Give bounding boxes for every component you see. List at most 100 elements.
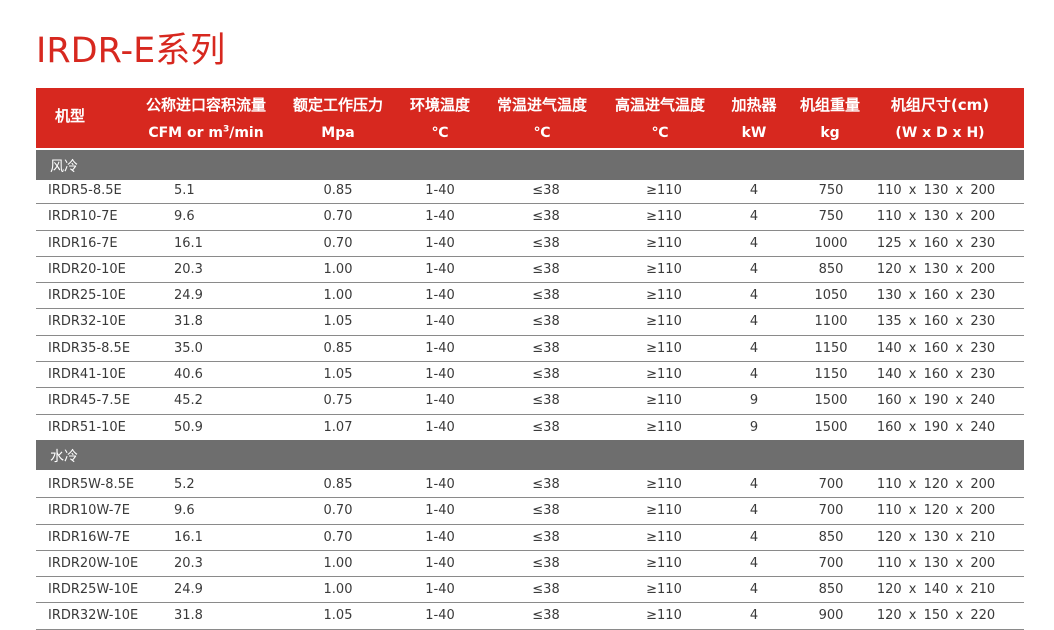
cell-heater: 4 [749,582,759,598]
header-inlet-normal-unit: ℃ [533,125,551,141]
cell-pressure: 0.75 [323,393,353,409]
cell-weight: 850 [818,582,844,598]
cell-size: 120 x 130 x 210 [876,529,996,545]
header-ambient-label: 环境温度 [409,96,470,114]
cell-heater: 4 [749,608,759,624]
table-row: IRDR10-7E 9.6 0.70 1-40 ≤38 ≥110 4 750 110 x 130… [36,204,1024,231]
cell-heater: 4 [749,261,759,277]
cell-size: 110 x 130 x 200 [876,209,996,225]
cell-pressure: 0.70 [323,235,353,251]
cell-heater: 4 [749,314,759,330]
cell-inlet-high: ≥110 [646,529,682,545]
cell-flow: 5.1 [174,183,195,198]
header-weight-unit: kg [820,125,840,141]
header-size-unit: (W x D x H) [895,125,985,141]
header-heater: 加热器 kW [720,88,788,148]
cell-weight: 1150 [814,367,848,383]
cell-flow: 31.8 [174,314,203,330]
cell-inlet-high: ≥110 [646,183,682,198]
header-inlet-high-unit: ℃ [651,125,669,141]
cell-weight: 700 [818,555,844,571]
cell-flow: 35.0 [174,340,203,356]
cell-flow: 24.9 [174,288,203,304]
cell-weight: 1100 [814,314,848,330]
cell-ambient: 1-40 [425,314,455,330]
cell-weight: 850 [818,261,844,277]
cell-inlet-high: ≥110 [646,209,682,225]
cell-model: IRDR32W-10E [48,608,139,624]
cell-inlet-normal: ≤38 [532,235,560,251]
header-flow-unit-prefix: CFM or m [148,125,223,141]
table-row: IRDR45-7.5E 45.2 0.75 1-40 ≤38 ≥110 9 1500 160 x… [36,388,1024,415]
cell-weight: 1050 [814,288,848,304]
cell-pressure: 0.70 [323,503,353,519]
cell-weight: 750 [818,183,844,198]
cell-inlet-high: ≥110 [646,235,682,251]
cell-heater: 9 [749,393,759,409]
cell-inlet-normal: ≤38 [532,503,560,519]
cell-ambient: 1-40 [425,477,455,492]
cell-inlet-high: ≥110 [646,367,682,383]
cell-pressure: 1.05 [323,367,353,383]
cell-size: 160 x 190 x 240 [876,419,996,435]
cell-model: IRDR35-8.5E [48,340,131,356]
cell-size: 125 x 160 x 230 [876,235,996,251]
cell-inlet-normal: ≤38 [532,367,560,383]
cell-flow: 16.1 [174,529,203,545]
table-row: IRDR16W-7E 16.1 0.70 1-40 ≤38 ≥110 4 850 120 x 1… [36,525,1024,551]
page-title: IRDR-E系列 [36,31,226,71]
cell-inlet-normal: ≤38 [532,608,560,624]
cell-inlet-high: ≥110 [646,261,682,277]
cell-ambient: 1-40 [425,419,455,435]
cell-size: 140 x 160 x 230 [876,340,996,356]
cell-weight: 750 [818,209,844,225]
header-flow-unit-suffix: /min [229,125,264,141]
header-weight: 机组重量 kg [790,88,870,148]
cell-heater: 4 [749,340,759,356]
cell-model: IRDR20-10E [48,261,126,277]
cell-inlet-normal: ≤38 [532,209,560,225]
cell-size: 160 x 190 x 240 [876,393,996,409]
cell-heater: 4 [749,183,759,198]
cell-inlet-high: ≥110 [646,288,682,304]
cell-inlet-high: ≥110 [646,555,682,571]
cell-inlet-high: ≥110 [646,419,682,435]
cell-pressure: 1.00 [323,288,353,304]
cell-ambient: 1-40 [425,235,455,251]
header-ambient-unit: ℃ [431,125,449,141]
table-row: IRDR25W-10E 24.9 1.00 1-40 ≤38 ≥110 4 850 120 x … [36,577,1024,604]
cell-size: 110 x 130 x 200 [876,555,996,571]
header-inlet-normal-label: 常温进气温度 [496,96,587,114]
cell-weight: 850 [818,529,844,545]
cell-size: 130 x 160 x 230 [876,288,996,304]
cell-ambient: 1-40 [425,393,455,409]
cell-model: IRDR5-8.5E [48,183,122,198]
cell-inlet-normal: ≤38 [532,288,560,304]
table-row: IRDR5-8.5E 5.1 0.85 1-40 ≤38 ≥110 4 750 110 x 13… [36,178,1024,205]
cell-model: IRDR32-10E [48,314,126,330]
header-model: 机型 [36,88,104,148]
cell-inlet-high: ≥110 [646,608,682,624]
cell-pressure: 0.85 [323,477,353,492]
header-heater-label: 加热器 [731,96,777,114]
cell-flow: 5.2 [174,477,195,492]
cell-model: IRDR51-10E [48,419,126,435]
cell-heater: 4 [749,477,759,492]
cell-pressure: 0.70 [323,529,353,545]
section-air-cooled: 风冷 [36,150,1024,180]
cell-ambient: 1-40 [425,261,455,277]
cell-inlet-high: ≥110 [646,393,682,409]
cell-size: 120 x 150 x 220 [876,608,996,624]
cell-size: 110 x 120 x 200 [876,477,996,492]
cell-flow: 45.2 [174,393,203,409]
cell-weight: 700 [818,503,844,519]
cell-pressure: 1.05 [323,314,353,330]
header-inlet-high: 高温进气温度 ℃ [602,88,718,148]
table-row: IRDR16-7E 16.1 0.70 1-40 ≤38 ≥110 4 1000 125 x 1… [36,231,1024,257]
cell-ambient: 1-40 [425,608,455,624]
cell-pressure: 1.07 [323,419,353,435]
table-row: IRDR10W-7E 9.6 0.70 1-40 ≤38 ≥110 4 700 110 x 12… [36,498,1024,525]
cell-size: 140 x 160 x 230 [876,367,996,383]
table-header: 机型 公称进口容积流量 CFM or m3/min 额定工作压力 Mpa 环境温… [36,88,1024,148]
cell-ambient: 1-40 [425,367,455,383]
